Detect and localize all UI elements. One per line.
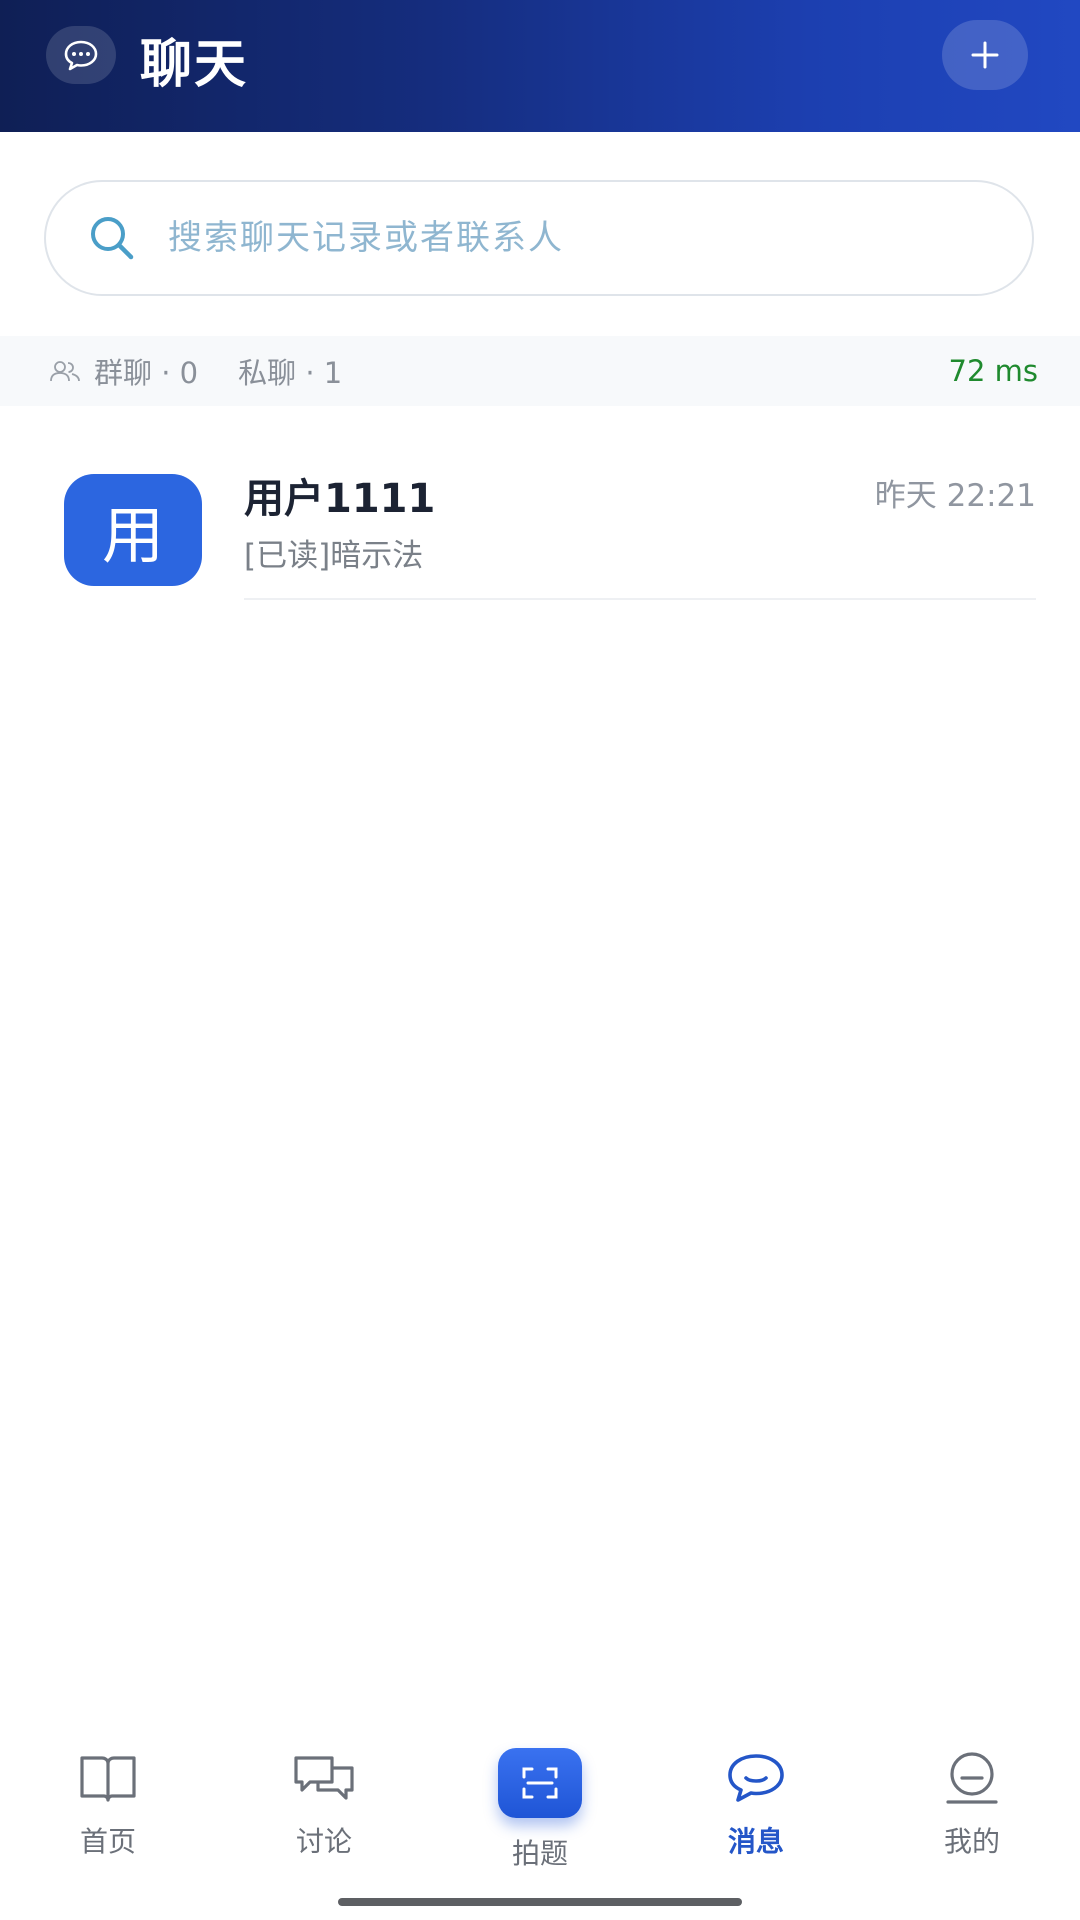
chat-screen: 聊天 群聊 · 0 私聊 · 1 72 ms 用 用户1111 昨天 22:21…: [0, 0, 1080, 1920]
tab-profile-label: 我的: [943, 1825, 1000, 1858]
chat-stats-bar: 群聊 · 0 私聊 · 1 72 ms: [0, 336, 1080, 406]
message-icon: [728, 1754, 784, 1802]
tab-discussion[interactable]: 讨论: [216, 1720, 432, 1870]
scan-icon: [522, 1767, 558, 1799]
bottom-tab-bar: 首页 讨论 拍题 消息 我的: [0, 1720, 1080, 1870]
conversation-preview: [已读]暗示法: [244, 538, 424, 574]
home-indicator[interactable]: [338, 1898, 742, 1906]
avatar: 用: [64, 474, 202, 586]
discussion-icon: [294, 1756, 354, 1800]
tab-scan-label: 拍题: [511, 1837, 568, 1870]
profile-icon: [946, 1752, 998, 1804]
conversation-time: 昨天 22:21: [874, 478, 1036, 514]
tab-scan[interactable]: 拍题: [432, 1720, 648, 1870]
divider: [244, 598, 1036, 600]
chat-bubble-icon[interactable]: [46, 26, 116, 84]
add-button[interactable]: [942, 20, 1028, 90]
tab-profile[interactable]: 我的: [864, 1720, 1080, 1870]
tab-home[interactable]: 首页: [0, 1720, 216, 1870]
book-icon: [80, 1756, 136, 1802]
conversation-item[interactable]: 用 用户1111 昨天 22:21 [已读]暗示法: [0, 440, 1080, 600]
header-bar: 聊天: [0, 0, 1080, 132]
plus-icon: [971, 41, 999, 69]
search-icon: [91, 217, 134, 260]
scan-button[interactable]: [498, 1748, 582, 1818]
tab-messages-label: 消息: [727, 1825, 784, 1858]
tab-messages[interactable]: 消息: [648, 1720, 864, 1870]
conversation-name: 用户1111: [244, 476, 436, 522]
search-box[interactable]: [44, 180, 1034, 296]
people-icon: [50, 361, 80, 382]
search-input[interactable]: [166, 217, 930, 259]
tab-discussion-label: 讨论: [295, 1825, 352, 1858]
private-chat-count[interactable]: 私聊 · 1: [238, 350, 342, 392]
group-chat-count[interactable]: 群聊 · 0: [94, 350, 198, 392]
page-title: 聊天: [140, 35, 249, 95]
tab-home-label: 首页: [79, 1825, 136, 1858]
latency-indicator: 72 ms: [948, 354, 1038, 388]
